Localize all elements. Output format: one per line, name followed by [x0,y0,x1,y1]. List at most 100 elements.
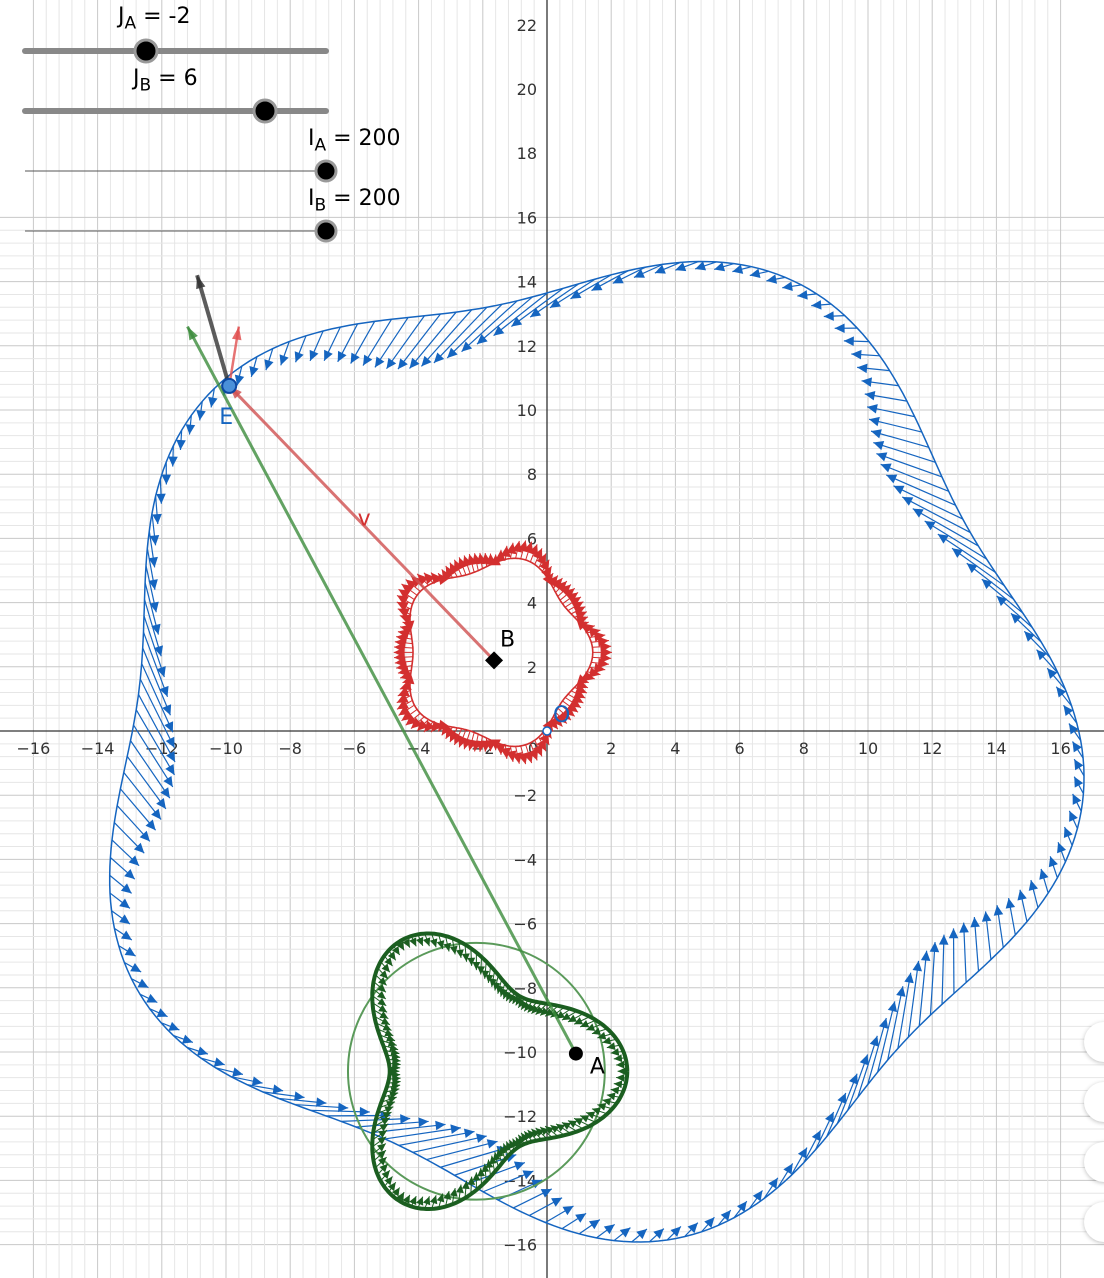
blue-arrow-head [714,262,726,272]
blue-arrow-head [575,1213,587,1223]
slider-ja-handle[interactable] [133,38,159,64]
green-arrow-head [449,945,458,955]
blue-arrow-head [232,1067,243,1077]
blue-arrow-head [859,1054,869,1066]
y-tick-label: −6 [513,915,537,934]
blue-arrow-head [861,377,873,387]
blue-arrow-head [834,323,845,334]
blue-arrow-shaft [941,934,945,1005]
y-tick-label: 20 [517,80,537,99]
blue-arrow-head [156,493,166,504]
green-arrow-head [616,1060,625,1069]
blue-arrow-head [386,357,397,369]
blue-arrow-head [823,311,834,321]
point-o [542,726,552,736]
green-arrow-head [617,1067,626,1076]
x-tick-label: 4 [670,739,680,758]
y-tick-label: 10 [517,401,537,420]
slider-panel: JA = -2 JB = 6 IA = 200 IB = 200 [0,0,420,260]
blue-arrow-head [867,404,878,414]
green-arrow-head [377,1143,386,1152]
y-tick-label: 14 [517,273,537,292]
green-arrow-head [377,1136,387,1145]
blue-arrow-head [119,898,130,909]
point-b-label: B [500,627,515,652]
blue-arrow-head [409,357,420,369]
blue-arrow-head [562,1206,574,1216]
blue-arrow-head [959,922,969,933]
blue-arrow-head [511,316,523,327]
x-tick-label: 2 [606,739,616,758]
blue-arrow-head [279,354,289,366]
y-tick-label: 16 [517,208,537,227]
blue-arrow-head [163,775,173,787]
x-tick-label: 14 [986,739,1006,758]
green-arrow-head [616,1073,625,1082]
point-e [221,377,238,394]
point-o-label: O [553,703,570,728]
blue-arrow-shaft [907,960,920,1038]
green-arrow-head [377,997,387,1006]
point-a-label: A [590,1055,605,1080]
blue-arrow-head [1039,868,1049,880]
blue-arrow-head [119,914,130,924]
slider-ia-handle[interactable] [314,159,338,183]
x-tick-label: 10 [858,739,878,758]
y-tick-label: 22 [517,16,537,35]
blue-arrow-head [1005,898,1016,909]
blue-arrow-head [752,1190,763,1202]
x-tick-label: −8 [278,739,302,758]
blue-arrow-head [920,950,931,962]
x-tick-label: 6 [735,739,745,758]
blue-arrow-head [970,917,980,928]
blue-arrow-shaft [426,1140,498,1161]
blue-arrow-head [904,972,914,984]
blue-arrow-head [929,942,940,953]
blue-arrow-shaft [867,1017,887,1085]
blue-arrow-head [851,349,862,360]
y-tick-label: −16 [503,1236,537,1255]
y-tick-label: −12 [503,1107,537,1126]
blue-arrow-head [152,513,162,525]
slider-jb-handle[interactable] [252,98,278,124]
blue-arrow-head [766,274,778,284]
blue-arrow-head [603,1224,615,1235]
blue-arrow-head [782,281,793,292]
y-tick-label: 18 [517,144,537,163]
slider-ib-handle[interactable] [314,219,338,243]
point-e-label: E [219,405,233,430]
blue-arrow-head [887,1001,898,1013]
green-circle [346,941,606,1201]
y-tick-label: −2 [513,786,537,805]
green-arrow-head [461,1180,470,1190]
x-tick-label: 16 [1050,739,1070,758]
blue-arrow-shaft [142,631,169,698]
x-tick-label: −16 [17,739,51,758]
x-tick-label: 8 [799,739,809,758]
blue-arrow-head [768,1177,778,1189]
blue-arrow-shaft [141,663,174,733]
x-tick-label: −14 [81,739,115,758]
blue-arrow-head [636,1229,647,1240]
point-a [568,1046,583,1061]
y-tick-label: 2 [527,658,537,677]
vector-v-label: v [358,507,371,532]
blue-arrow-head [1074,759,1084,771]
vector-a-to-e-head [187,326,198,341]
blue-arrow-head [876,452,888,462]
green-arrow-head [384,1176,393,1186]
blue-arrow-head [864,390,876,401]
x-tick-label: 12 [922,739,942,758]
blue-arrow-head [619,1227,631,1238]
blue-arrow-head [797,1147,807,1159]
blue-arrow-head [1048,856,1058,868]
blue-arrow-head [870,429,882,439]
blue-arrow-head [165,763,175,775]
blue-arrow-head [843,336,854,346]
green-arrow-head [461,953,470,962]
blue-arrow-head [783,1163,793,1175]
green-arrow-head [384,957,393,967]
blue-arrow-shaft [420,309,473,367]
blue-arrow-head [124,946,136,957]
blue-arrow-head [869,416,880,427]
